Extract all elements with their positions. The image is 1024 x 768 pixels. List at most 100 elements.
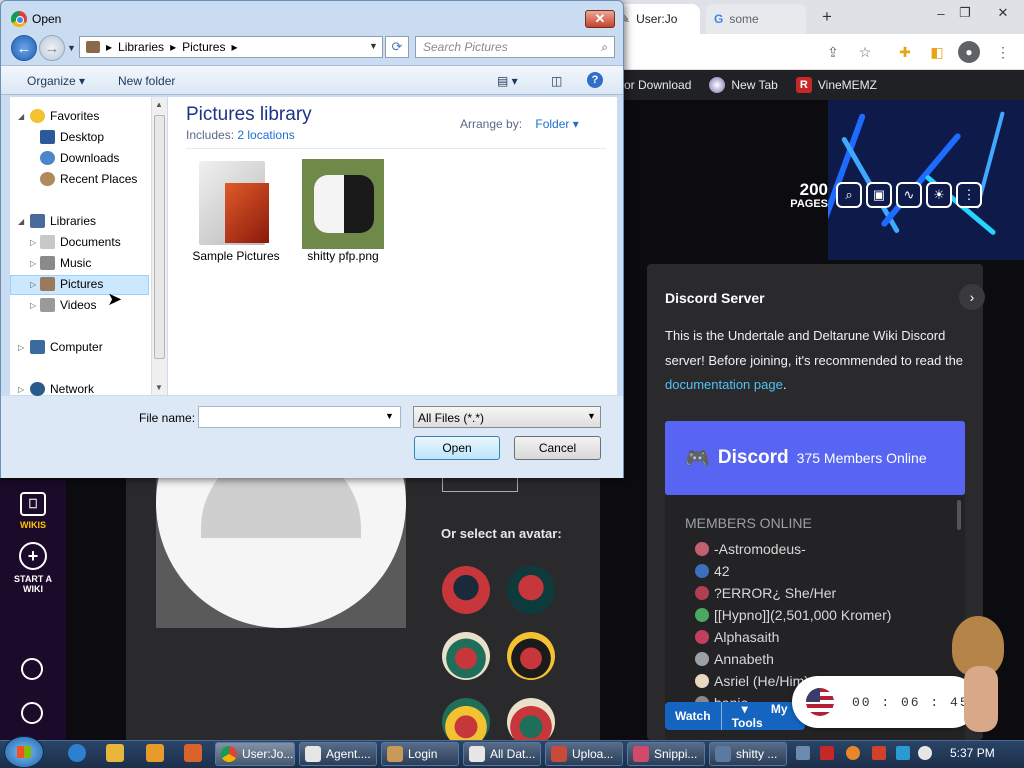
tray-app-icon[interactable] <box>796 746 810 760</box>
member-item[interactable]: 42 <box>695 563 730 579</box>
ie-icon[interactable] <box>68 744 86 762</box>
member-item[interactable]: [[Hypno]](2,501,000 Kromer) <box>695 607 891 623</box>
chevron-right-icon[interactable]: › <box>959 284 985 310</box>
breadcrumb-pictures[interactable]: Pictures <box>182 40 225 54</box>
avatar-option-red[interactable] <box>507 566 555 614</box>
dialog-close-button[interactable]: ✕ <box>585 10 615 28</box>
bookmark-download[interactable]: or Download <box>624 78 691 92</box>
discussions-icon[interactable]: ▣ <box>866 182 892 208</box>
filetype-dropdown-icon[interactable]: ▼ <box>587 411 596 421</box>
nav-computer[interactable]: Computer <box>30 340 103 354</box>
avatar-option-ninja[interactable] <box>442 566 490 614</box>
dialog-title-bar[interactable]: Open ✕ <box>1 1 623 33</box>
restore-button[interactable]: ❐ <box>954 2 976 24</box>
task-upload[interactable]: Uploa... <box>545 742 623 766</box>
task-snipping[interactable]: Snippi... <box>627 742 705 766</box>
nav-scrollbar[interactable]: ▲ ▼ <box>151 97 167 395</box>
arrange-by-dropdown[interactable]: Folder ▾ <box>535 117 578 131</box>
extension-icon[interactable]: ✚ <box>896 43 914 61</box>
file-item-sample-pictures[interactable]: Sample Pictures <box>181 159 291 263</box>
start-button[interactable] <box>4 736 44 768</box>
menu-kebab-icon[interactable]: ⋮ <box>994 43 1012 61</box>
new-tab-button[interactable]: + <box>816 6 838 28</box>
share-icon[interactable]: ⇪ <box>824 43 842 61</box>
expand-arrow-icon[interactable]: ◢ <box>18 217 24 226</box>
member-item[interactable]: Asriel (He/Him) <box>695 673 809 689</box>
nav-desktop[interactable]: Desktop <box>40 130 104 144</box>
more-kebab-icon[interactable]: ⋮ <box>956 182 982 208</box>
tab-some[interactable]: G some <box>706 4 806 34</box>
explorer-icon[interactable] <box>106 744 124 762</box>
avatar-option-yellow[interactable] <box>507 632 555 680</box>
nav-network[interactable]: Network <box>30 382 94 396</box>
help-icon[interactable]: ? <box>587 72 603 88</box>
nav-recent-places[interactable]: Recent Places <box>40 172 137 186</box>
new-folder-button[interactable]: New folder <box>118 74 175 88</box>
cancel-button[interactable]: Cancel <box>514 436 601 460</box>
nav-documents[interactable]: Documents <box>40 235 121 249</box>
scrollbar-thumb[interactable] <box>154 115 165 359</box>
scroll-down-icon[interactable]: ▼ <box>155 383 163 392</box>
avatar-option-red-crown[interactable] <box>507 698 555 746</box>
back-arrow-icon[interactable]: ← <box>11 35 37 61</box>
tray-vine-icon[interactable] <box>820 746 834 760</box>
user-account-icon[interactable] <box>21 702 43 724</box>
address-bar[interactable]: ▸ Libraries ▸ Pictures ▸ <box>79 36 383 58</box>
collapse-arrow-icon[interactable]: ▷ <box>30 301 36 310</box>
task-user-jo[interactable]: User:Jo... <box>215 742 295 766</box>
wikis-button[interactable]: ⎕ WIKIS <box>10 492 56 530</box>
nav-libraries[interactable]: Libraries <box>30 214 96 228</box>
nav-downloads[interactable]: Downloads <box>40 151 119 165</box>
search-icon[interactable]: ⌕ <box>836 182 862 208</box>
nav-favorites[interactable]: Favorites <box>30 109 99 123</box>
tray-volume-icon[interactable] <box>918 746 932 760</box>
tray-network-icon[interactable] <box>896 746 910 760</box>
paint-icon[interactable] <box>184 744 202 762</box>
close-window-button[interactable]: ✕ <box>992 2 1014 24</box>
avatar-option-crown[interactable] <box>442 698 490 746</box>
discord-widget-header[interactable]: 🎮 Discord 375 Members Online <box>665 421 965 495</box>
search-input[interactable]: Search Pictures ⌕ <box>415 36 615 58</box>
sidepanel-icon[interactable]: ◧ <box>928 43 946 61</box>
preview-pane-icon[interactable]: ◫ <box>551 74 562 88</box>
notifications-icon[interactable] <box>21 658 43 680</box>
member-item[interactable]: Annabeth <box>695 651 774 667</box>
member-item[interactable]: Alphasaith <box>695 629 779 645</box>
expand-arrow-icon[interactable]: ◢ <box>18 112 24 121</box>
theme-toggle-icon[interactable]: ☀ <box>926 182 952 208</box>
file-button-edge[interactable] <box>442 478 518 492</box>
member-item[interactable]: ?ERROR¿ She/Her <box>695 585 836 601</box>
nav-pictures[interactable]: Pictures <box>40 277 103 291</box>
members-scrollbar[interactable] <box>957 500 961 530</box>
file-item-shitty-pfp[interactable]: shitty pfp.png <box>288 159 398 263</box>
task-all-data[interactable]: All Dat... <box>463 742 541 766</box>
collapse-arrow-icon[interactable]: ▷ <box>30 259 36 268</box>
bookmark-new-tab[interactable]: New Tab <box>709 77 778 93</box>
filename-dropdown-icon[interactable]: ▼ <box>385 411 394 421</box>
filename-input[interactable] <box>198 406 401 428</box>
address-dropdown-icon[interactable]: ▼ <box>369 41 378 51</box>
member-item[interactable]: -Astromodeus- <box>695 541 806 557</box>
documentation-link[interactable]: documentation page <box>665 377 783 392</box>
recent-locations-dropdown-icon[interactable]: ▼ <box>67 43 76 53</box>
organize-button[interactable]: Organize ▾ <box>27 74 85 88</box>
collapse-arrow-icon[interactable]: ▷ <box>18 343 24 352</box>
tray-search-icon[interactable] <box>846 746 860 760</box>
watch-button[interactable]: Watch <box>665 709 721 723</box>
task-shitty[interactable]: shitty ... <box>709 742 787 766</box>
change-view-icon[interactable]: ▤ ▾ <box>497 74 518 88</box>
nav-music[interactable]: Music <box>40 256 91 270</box>
forward-arrow-icon[interactable]: → <box>39 35 65 61</box>
media-player-icon[interactable] <box>146 744 164 762</box>
filetype-select[interactable]: All Files (*.*) <box>413 406 601 428</box>
open-button[interactable]: Open <box>414 436 500 460</box>
includes-locations-link[interactable]: 2 locations <box>237 128 294 142</box>
scroll-up-icon[interactable]: ▲ <box>155 100 163 109</box>
nav-videos[interactable]: Videos <box>40 298 96 312</box>
tab-user-jo[interactable]: ✎ User:Jo <box>612 4 700 34</box>
collapse-arrow-icon[interactable]: ▷ <box>30 280 36 289</box>
breadcrumb-libraries[interactable]: Libraries <box>118 40 164 54</box>
collapse-arrow-icon[interactable]: ▷ <box>18 385 24 394</box>
profile-avatar-icon[interactable]: ● <box>958 41 980 63</box>
avatar-option-green-hat[interactable] <box>442 632 490 680</box>
